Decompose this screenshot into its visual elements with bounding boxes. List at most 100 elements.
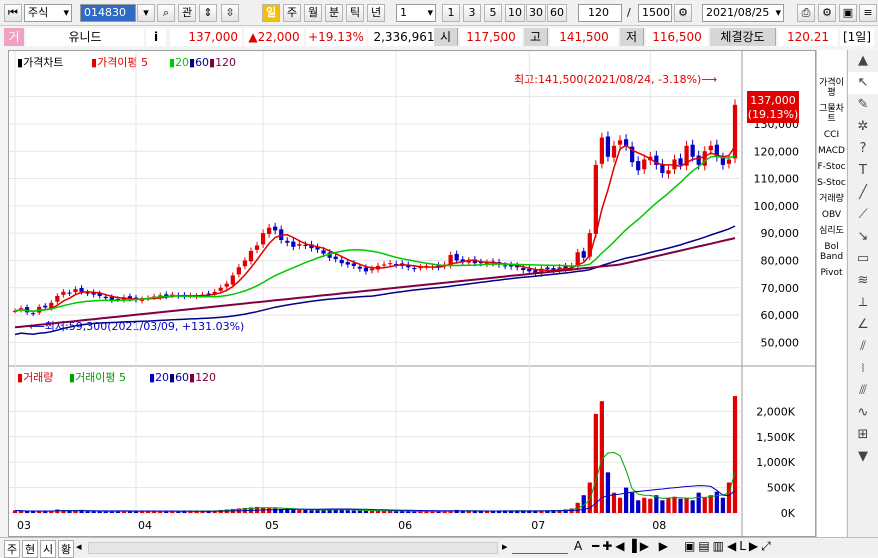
interval-3[interactable]: 3 [463, 4, 481, 22]
pointer-icon[interactable]: ↖ [848, 72, 878, 94]
menu-mesh[interactable]: 그물차트 [817, 104, 846, 124]
interval-60[interactable]: 60 [547, 4, 567, 22]
trendline-icon[interactable]: ⟋ [848, 204, 878, 226]
period-tick[interactable]: 틱 [346, 4, 364, 22]
date-input[interactable]: 2021/08/25 ▾ [702, 4, 784, 22]
settings-icon[interactable]: ⚙ [674, 4, 692, 22]
period-week[interactable]: 주 [283, 4, 301, 22]
candle-body [732, 104, 738, 159]
menu-fstoc[interactable]: F-Stoc [817, 162, 846, 172]
menu-icon[interactable]: ≡ [859, 4, 877, 22]
chevron-down-icon: ▾ [427, 6, 433, 19]
up-down-icon[interactable]: ⇕ [199, 4, 217, 22]
interval-select[interactable]: 1 ▾ [396, 4, 436, 22]
time-tick-label: 04 [138, 519, 152, 532]
scroll-up-icon[interactable]: ▲ [848, 50, 878, 72]
scroll-right-icon[interactable]: ▸ [502, 540, 508, 553]
interval-5[interactable]: 5 [484, 4, 502, 22]
candle-body [611, 145, 617, 158]
volume-bar [660, 500, 665, 513]
zoom-slider[interactable] [512, 542, 568, 554]
tool-icons[interactable]: ▣▤▥◀L▶⤢ [684, 539, 774, 554]
interval-1[interactable]: 1 [442, 4, 460, 22]
menu-obv[interactable]: OBV [817, 210, 846, 220]
high-annotation: 최고:141,500(2021/08/24, -3.18%)⟶ [514, 73, 717, 86]
change-rate: +19.13% [306, 28, 366, 46]
nav-icons[interactable]: A ━✚◀▐▶ ▶ [574, 539, 671, 553]
period-day[interactable]: 일 [262, 4, 280, 22]
tab-hwang[interactable]: 황 [58, 540, 75, 558]
candle-body [273, 226, 278, 231]
volume-bar [672, 496, 677, 513]
cycle-icon[interactable]: ⧘ [848, 358, 878, 380]
menu-psy[interactable]: 심리도 [817, 226, 846, 236]
arrow-line-icon[interactable]: ↘ [848, 226, 878, 248]
candle-body [726, 159, 732, 164]
total-input[interactable]: 1500 [638, 4, 672, 22]
tab-hyun[interactable]: 현 [22, 540, 39, 558]
text-icon[interactable]: T [848, 160, 878, 182]
menu-ma[interactable]: 가격이평 [817, 78, 846, 98]
volume-bar [636, 500, 641, 513]
gann-icon[interactable]: ⟂ [848, 292, 878, 314]
volume-bar [702, 497, 707, 513]
legend-vol-ma20: ▮20 [149, 371, 169, 384]
current-price-tag-text: 137,000 [750, 94, 796, 107]
menu-macd[interactable]: MACD [817, 146, 846, 156]
scroll-left-icon[interactable]: ◂ [76, 540, 82, 553]
menu-cci[interactable]: CCI [817, 130, 846, 140]
watch-button[interactable]: 관 [178, 4, 196, 22]
volume-bar [267, 508, 272, 513]
code-dropdown-icon[interactable]: ▾ [137, 4, 155, 22]
candle-body [291, 241, 296, 247]
menu-pivot[interactable]: Pivot [817, 268, 846, 278]
period-month[interactable]: 월 [304, 4, 322, 22]
market-select[interactable]: 주식 ▾ [24, 4, 72, 22]
fan-icon[interactable]: ⫽ [848, 336, 878, 358]
count-input[interactable]: 120 [578, 4, 622, 22]
info-icon[interactable]: i [146, 28, 166, 46]
eraser-icon[interactable]: ✎ [848, 94, 878, 116]
interval-10[interactable]: 10 [505, 4, 525, 22]
help-icon[interactable]: ? [848, 138, 878, 160]
gear-icon[interactable]: ⚙ [818, 4, 836, 22]
chart-svg[interactable]: ▮가격차트 ▮가격이평 5 ▮20 ▮60 ▮120 ▮거래량 ▮거래이평 5 … [9, 51, 817, 538]
auto-icon[interactable]: ⊞ [848, 424, 878, 446]
volume-bar [684, 497, 689, 513]
tab-ju[interactable]: 주 [4, 540, 21, 558]
volume-bar [351, 510, 356, 513]
wave-icon[interactable]: ∿ [848, 402, 878, 424]
price-tick-label: 50,000 [761, 336, 800, 349]
spin-icon[interactable]: ⇳ [221, 4, 239, 22]
menu-volume[interactable]: 거래량 [817, 194, 846, 204]
channel-icon[interactable]: ⫻ [848, 380, 878, 402]
all-icon[interactable]: ✲ [848, 116, 878, 138]
candle-body [690, 144, 695, 157]
volume-bar [357, 510, 362, 513]
menu-sstoc[interactable]: S-Stoc [817, 178, 846, 188]
volume-bar [97, 511, 102, 513]
interval-30[interactable]: 30 [526, 4, 546, 22]
line-tool-icon[interactable]: ╱ [848, 182, 878, 204]
scroll-down-icon[interactable]: ▼ [848, 446, 878, 468]
prev-icon[interactable]: ⏮ [4, 4, 22, 22]
legend-vol-ma: ▮거래이평 5 [69, 371, 126, 384]
fibo-icon[interactable]: ≋ [848, 270, 878, 292]
chart-area[interactable]: ▮가격차트 ▮가격이평 5 ▮20 ▮60 ▮120 ▮거래량 ▮거래이평 5 … [8, 50, 817, 538]
period-year[interactable]: 년 [367, 4, 385, 22]
print-icon[interactable]: ⎙ [797, 4, 815, 22]
volume-bar [85, 511, 90, 513]
rect-icon[interactable]: ▭ [848, 248, 878, 270]
bottom-bar: 주 현 시 황 ◂ ▸ A ━✚◀▐▶ ▶ ▣▤▥◀L▶⤢ [0, 537, 878, 558]
search-icon[interactable]: ⌕ [157, 4, 175, 22]
tab-si[interactable]: 시 [40, 540, 57, 558]
volume-bar [642, 497, 647, 513]
period-minute[interactable]: 분 [325, 4, 343, 22]
code-input[interactable]: 014830 [80, 4, 136, 22]
h-scrollbar[interactable] [88, 542, 498, 554]
angle-icon[interactable]: ∠ [848, 314, 878, 336]
save-icon[interactable]: ▣ [839, 4, 857, 22]
menu-bol[interactable]: Bol Band [817, 242, 846, 262]
candle-body [702, 151, 707, 166]
price-tick-label: 80,000 [761, 254, 800, 267]
